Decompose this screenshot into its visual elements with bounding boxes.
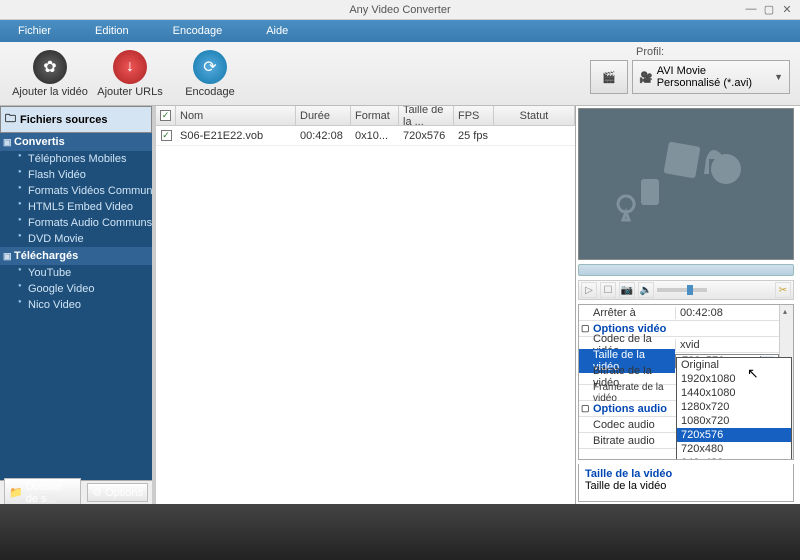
output-folder-button[interactable]: 📁 Dossier de s...: [4, 478, 81, 505]
stop-icon[interactable]: ☐: [600, 282, 616, 298]
tree-group[interactable]: Téléchargés: [0, 247, 152, 265]
preview-area: [578, 108, 794, 260]
video-size-options-list[interactable]: Original1920x10801440x10801280x7201080x7…: [676, 357, 779, 459]
tree-item[interactable]: Formats Vidéos Communs: [0, 183, 152, 199]
col-size[interactable]: Taille de la ...: [399, 106, 454, 125]
volume-slider[interactable]: [657, 288, 707, 292]
add-video-button[interactable]: ✿ Ajouter la vidéo: [10, 50, 90, 98]
dropdown-item[interactable]: Original: [677, 358, 779, 372]
tree-item[interactable]: Nico Video: [0, 297, 152, 313]
dropdown-item[interactable]: 720x576: [677, 428, 779, 442]
tree-item[interactable]: Téléphones Mobiles: [0, 151, 152, 167]
file-grid: ✓ Nom Durée Format Taille de la ... FPS …: [156, 106, 576, 504]
toolbar: ✿ Ajouter la vidéo ↓ Ajouter URLs ⟳ Enco…: [0, 42, 800, 106]
menu-encode[interactable]: Encodage: [165, 23, 231, 39]
sidebar-tree: ConvertisTéléphones MobilesFlash VidéoFo…: [0, 133, 152, 480]
col-name[interactable]: Nom: [176, 106, 296, 125]
dropdown-item[interactable]: 640x480: [677, 456, 779, 459]
dropdown-item[interactable]: 1080x720: [677, 414, 779, 428]
properties-panel: Arrêter à00:42:08 Options vidéo Codec de…: [578, 304, 794, 460]
menu-help[interactable]: Aide: [258, 23, 296, 39]
dropdown-item[interactable]: 720x480: [677, 442, 779, 456]
property-description: Taille de la vidéo Taille de la vidéo: [578, 464, 794, 502]
seek-slider[interactable]: [578, 264, 794, 276]
movie-icon: 🎥: [639, 71, 653, 84]
window-title: Any Video Converter: [349, 4, 450, 16]
titlebar: Any Video Converter — ▢ ✕: [0, 0, 800, 20]
dropdown-item[interactable]: 1920x1080: [677, 372, 779, 386]
row-checkbox[interactable]: ✓: [156, 126, 176, 145]
tree-item[interactable]: Flash Vidéo: [0, 167, 152, 183]
col-format[interactable]: Format: [351, 106, 399, 125]
dropdown-item[interactable]: 1280x720: [677, 400, 779, 414]
folder-open-icon: 📁: [9, 486, 23, 499]
maximize-icon[interactable]: ▢: [762, 2, 776, 16]
profile-label: Profil:: [590, 46, 790, 58]
menu-edit[interactable]: Edition: [87, 23, 137, 39]
profile-open-button[interactable]: 🎬: [590, 60, 628, 94]
folder-icon: 🗀: [5, 110, 16, 129]
tree-item[interactable]: YouTube: [0, 265, 152, 281]
table-row[interactable]: ✓ S06-E21E22.vob 00:42:08 0x10... 720x57…: [156, 126, 575, 146]
options-button[interactable]: ⚙ Options: [87, 483, 148, 502]
menubar: Fichier Edition Encodage Aide: [0, 20, 800, 42]
camera-icon[interactable]: 📷: [619, 282, 635, 298]
menu-file[interactable]: Fichier: [10, 23, 59, 39]
speaker-icon[interactable]: 🔈: [638, 282, 654, 298]
tree-item[interactable]: HTML5 Embed Video: [0, 199, 152, 215]
add-urls-button[interactable]: ↓ Ajouter URLs: [90, 50, 170, 98]
footer: [0, 504, 800, 560]
close-icon[interactable]: ✕: [780, 2, 794, 16]
crop-icon[interactable]: ✂: [775, 282, 791, 298]
sidebar-title: 🗀 Fichiers sources: [0, 106, 152, 133]
film-strip-icon: 🎬: [602, 71, 616, 84]
player-controls: ▷ ☐ 📷 🔈 ✂: [578, 280, 794, 300]
sidebar: 🗀 Fichiers sources ConvertisTéléphones M…: [0, 106, 152, 504]
col-fps[interactable]: FPS: [454, 106, 494, 125]
gear-icon: ⚙: [92, 486, 102, 499]
tree-item[interactable]: DVD Movie: [0, 231, 152, 247]
tree-item[interactable]: Google Video: [0, 281, 152, 297]
refresh-icon: ⟳: [193, 50, 227, 84]
tree-item[interactable]: Formats Audio Communs: [0, 215, 152, 231]
tree-group[interactable]: Convertis: [0, 133, 152, 151]
section-audio-options[interactable]: Options audio: [579, 403, 667, 415]
header-check-all[interactable]: ✓: [156, 106, 176, 125]
col-duration[interactable]: Durée: [296, 106, 351, 125]
right-panel: ▷ ☐ 📷 🔈 ✂ Arrêter à00:42:08 Options vidé…: [576, 106, 800, 504]
chevron-down-icon: ▼: [774, 72, 783, 82]
download-icon: ↓: [113, 50, 147, 84]
encoding-button[interactable]: ⟳ Encodage: [170, 50, 250, 98]
play-icon[interactable]: ▷: [581, 282, 597, 298]
film-reel-icon: ✿: [33, 50, 67, 84]
profile-dropdown[interactable]: 🎥 AVI Movie Personnalisé (*.avi) ▼: [632, 60, 790, 94]
dropdown-item[interactable]: 1440x1080: [677, 386, 779, 400]
col-status[interactable]: Statut: [494, 106, 575, 125]
minimize-icon[interactable]: —: [744, 2, 758, 16]
